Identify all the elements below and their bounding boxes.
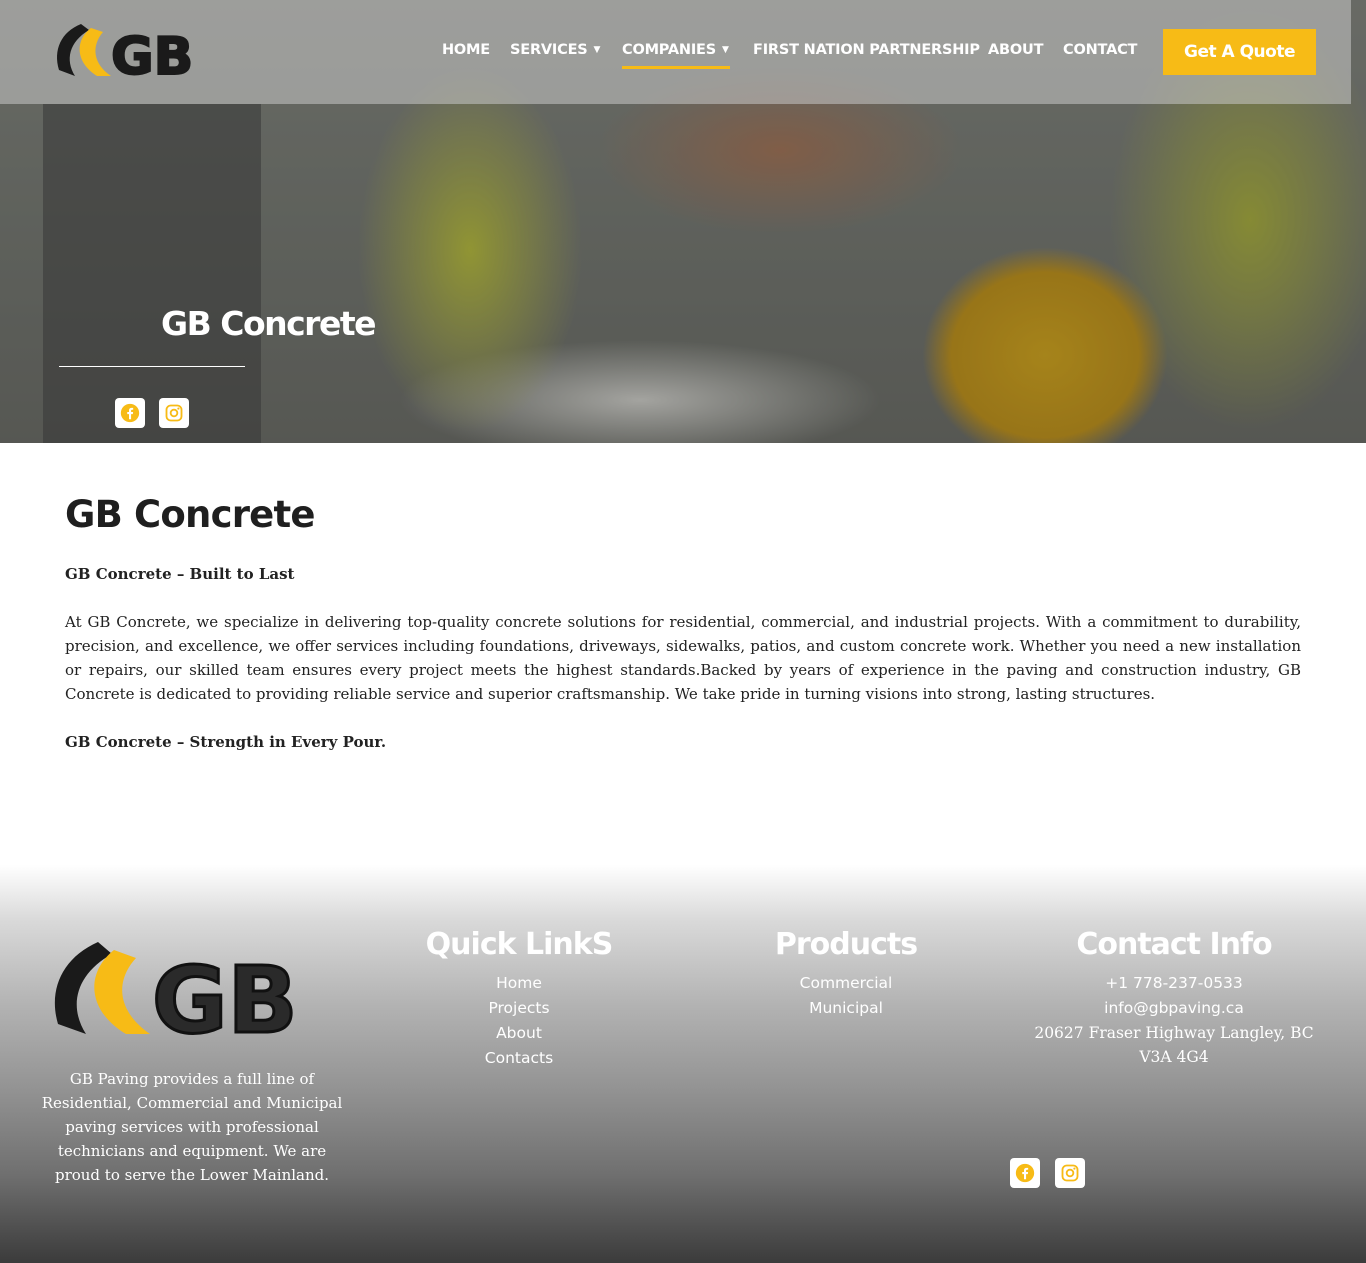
footer-phone[interactable]: +1 778-237-0533 bbox=[1026, 971, 1322, 996]
svg-text:GB: GB bbox=[152, 947, 298, 1040]
nav-about-label: ABOUT bbox=[988, 42, 1044, 58]
nav-services-label: SERVICES bbox=[510, 42, 588, 58]
hero-instagram-link[interactable] bbox=[159, 398, 189, 428]
get-quote-button[interactable]: Get A Quote bbox=[1163, 29, 1316, 75]
quick-links-title: Quick LinkS bbox=[425, 927, 614, 962]
nav-contact[interactable]: CONTACT bbox=[1063, 42, 1137, 58]
nav-home[interactable]: HOME bbox=[442, 42, 490, 58]
footer-product-commercial[interactable]: Commercial bbox=[746, 971, 946, 996]
instagram-icon bbox=[1061, 1164, 1079, 1182]
footer-link-contacts[interactable]: Contacts bbox=[404, 1046, 634, 1071]
hero-divider bbox=[59, 366, 245, 367]
facebook-icon bbox=[1015, 1163, 1035, 1183]
facebook-icon bbox=[120, 403, 140, 423]
nav-companies[interactable]: COMPANIES ▼ bbox=[622, 42, 729, 58]
tagline: GB Concrete – Built to Last bbox=[65, 565, 295, 583]
site-logo[interactable]: GB bbox=[53, 20, 218, 88]
caret-down-icon: ▼ bbox=[722, 45, 729, 55]
footer-contact-info: Contact Info +1 778-237-0533 info@gbpavi… bbox=[1026, 927, 1322, 1069]
caret-down-icon: ▼ bbox=[593, 45, 601, 55]
footer-link-projects[interactable]: Projects bbox=[404, 996, 634, 1021]
footer-product-municipal[interactable]: Municipal bbox=[746, 996, 946, 1021]
footer-facebook-link[interactable] bbox=[1010, 1158, 1040, 1188]
gb-logo-icon: GB bbox=[57, 24, 194, 88]
contact-info-title: Contact Info bbox=[1076, 927, 1272, 962]
footer-email[interactable]: info@gbpaving.ca bbox=[1026, 996, 1322, 1021]
svg-text:GB: GB bbox=[111, 27, 193, 80]
footer-quick-links: Quick LinkS Home Projects About Contacts bbox=[404, 927, 634, 1071]
site-header: GB HOME SERVICES ▼ COMPANIES ▼ FIRST NATIO… bbox=[0, 0, 1351, 104]
footer-address: 20627 Fraser Highway Langley, BC V3A 4G4 bbox=[1034, 1024, 1314, 1066]
nav-services[interactable]: SERVICES ▼ bbox=[510, 42, 600, 58]
footer-products: Products Commercial Municipal bbox=[746, 927, 946, 1021]
site-footer: GB GB Paving provides a full line of Res… bbox=[0, 865, 1366, 1263]
footer-link-home[interactable]: Home bbox=[404, 971, 634, 996]
hero-title: GB Concrete bbox=[161, 304, 376, 343]
instagram-icon bbox=[165, 404, 183, 422]
footer-logo[interactable]: GB bbox=[48, 938, 338, 1056]
products-title: Products bbox=[774, 927, 918, 962]
closing-line: GB Concrete – Strength in Every Pour. bbox=[65, 733, 387, 751]
nav-active-indicator bbox=[622, 66, 730, 69]
nav-first-nation-label: FIRST NATION PARTNERSHIP bbox=[753, 42, 980, 58]
nav-about[interactable]: ABOUT bbox=[988, 42, 1043, 58]
nav-home-label: HOME bbox=[442, 42, 490, 58]
description-paragraph: At GB Concrete, we specialize in deliver… bbox=[65, 613, 1301, 703]
nav-companies-label: COMPANIES bbox=[622, 42, 716, 58]
page-heading: GB Concrete bbox=[65, 493, 315, 536]
nav-contact-label: CONTACT bbox=[1063, 42, 1138, 58]
nav-first-nation-partnership[interactable]: FIRST NATION PARTNERSHIP bbox=[753, 42, 980, 58]
hero-facebook-link[interactable] bbox=[115, 398, 145, 428]
footer-instagram-link[interactable] bbox=[1055, 1158, 1085, 1188]
main-content: GB Concrete GB Concrete – Built to Last … bbox=[65, 493, 1301, 752]
hero-side-panel bbox=[43, 104, 261, 443]
footer-about-text: GB Paving provides a full line of Reside… bbox=[41, 1070, 343, 1184]
footer-link-about[interactable]: About bbox=[404, 1021, 634, 1046]
gb-logo-icon: GB bbox=[54, 942, 299, 1056]
